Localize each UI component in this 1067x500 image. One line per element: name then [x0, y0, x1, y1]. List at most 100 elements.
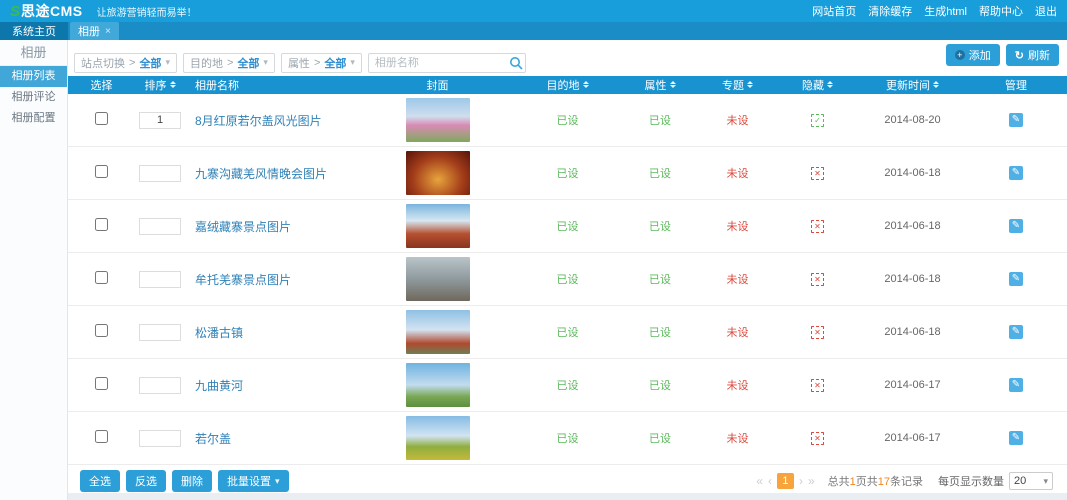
edit-icon[interactable]: ✎ [1009, 325, 1023, 339]
album-name-link[interactable]: 牟托羌寨景点图片 [195, 273, 291, 287]
bulk-set-button[interactable]: 批量设置 ▾ [218, 470, 289, 492]
filter-destination[interactable]: 目的地 > 全部 ▾ [183, 53, 275, 73]
topbar: S 思途CMS 让旅游营销轻而易举！ 网站首页 清除缓存 生成html 帮助中心… [0, 0, 1067, 22]
header-attribute[interactable]: 属性 [620, 77, 700, 93]
header-sort[interactable]: 排序 [135, 77, 185, 93]
album-cover-image [406, 363, 470, 407]
album-name-link[interactable]: 嘉绒藏寨景点图片 [195, 220, 291, 234]
nav-site-home[interactable]: 网站首页 [812, 3, 856, 19]
per-page-select[interactable]: 20 ▾ [1009, 472, 1053, 490]
sort-order-input[interactable] [139, 324, 181, 341]
footer: 全选 反选 删除 批量设置 ▾ « ‹ 1 › » 总共1页共17条记录 每页显… [68, 469, 1067, 493]
nav-help-center[interactable]: 帮助中心 [979, 3, 1023, 19]
header-updated[interactable]: 更新时间 [860, 77, 965, 93]
refresh-button[interactable]: ↻ 刷新 [1006, 44, 1059, 66]
nav-logout[interactable]: 退出 [1035, 3, 1057, 19]
hidden-toggle-icon[interactable]: ✕ [811, 326, 824, 339]
filter-attribute[interactable]: 属性 > 全部 ▾ [281, 53, 362, 73]
row-checkbox[interactable] [95, 271, 108, 284]
current-page-button[interactable]: 1 [777, 473, 794, 489]
updated-date: 2014-08-20 [860, 114, 965, 126]
album-name-search-input[interactable] [368, 53, 526, 73]
delete-button[interactable]: 删除 [172, 470, 212, 492]
destination-status: 已设 [515, 324, 620, 340]
row-checkbox[interactable] [95, 165, 108, 178]
chevron-down-icon: ▾ [1043, 476, 1048, 487]
tab-album[interactable]: 相册 × [70, 22, 119, 40]
sort-order-input[interactable] [139, 165, 181, 182]
hidden-toggle-icon[interactable]: ✓ [811, 114, 824, 127]
sort-order-input[interactable] [139, 271, 181, 288]
sort-order-input[interactable] [139, 430, 181, 447]
edit-icon[interactable]: ✎ [1009, 272, 1023, 286]
sidebar: 相册 相册列表 相册评论 相册配置 [0, 40, 68, 500]
header-name: 相册名称 [185, 77, 360, 93]
destination-status: 已设 [515, 271, 620, 287]
filter-site-switch[interactable]: 站点切换 > 全部 ▾ [74, 53, 177, 73]
refresh-button-label: 刷新 [1028, 47, 1050, 63]
hidden-toggle-icon[interactable]: ✕ [811, 167, 824, 180]
album-name-link[interactable]: 九曲黄河 [195, 379, 243, 393]
header-manage: 管理 [965, 77, 1067, 93]
header-hidden[interactable]: 隐藏 [775, 77, 860, 93]
edit-icon[interactable]: ✎ [1009, 219, 1023, 233]
table-row: 九寨沟藏羌风情晚会图片 已设 已设 未设 ✕ 2014-06-18 ✎ [68, 147, 1067, 200]
row-checkbox[interactable] [95, 430, 108, 443]
topic-status: 未设 [700, 377, 775, 393]
album-name-link[interactable]: 8月红原若尔盖风光图片 [195, 114, 322, 128]
hidden-toggle-icon[interactable]: ✕ [811, 220, 824, 233]
pagination-summary: 总共1页共17条记录 [828, 473, 923, 489]
row-checkbox[interactable] [95, 377, 108, 390]
first-page-icon[interactable]: « [756, 474, 763, 488]
row-checkbox[interactable] [95, 218, 108, 231]
album-name-link[interactable]: 若尔盖 [195, 432, 231, 446]
refresh-icon: ↻ [1015, 49, 1024, 62]
table-row: 若尔盖 已设 已设 未设 ✕ 2014-06-17 ✎ [68, 412, 1067, 465]
chevron-down-icon: ▾ [263, 57, 268, 68]
hidden-toggle-icon[interactable]: ✕ [811, 273, 824, 286]
header-cover: 封面 [360, 77, 515, 93]
destination-status: 已设 [515, 218, 620, 234]
edit-icon[interactable]: ✎ [1009, 113, 1023, 127]
add-button-label: 添加 [969, 47, 991, 63]
sort-order-input[interactable] [139, 218, 181, 235]
filter-separator: > [227, 57, 233, 69]
logo-icon: S [10, 3, 20, 20]
sort-icon [933, 81, 939, 88]
select-all-button[interactable]: 全选 [80, 470, 120, 492]
hidden-toggle-icon[interactable]: ✕ [811, 432, 824, 445]
add-button[interactable]: + 添加 [946, 44, 1000, 66]
updated-date: 2014-06-18 [860, 167, 965, 179]
sidebar-item-album-comments[interactable]: 相册评论 [0, 87, 67, 108]
header-topic[interactable]: 专题 [700, 77, 775, 93]
last-page-icon[interactable]: » [808, 474, 815, 488]
destination-status: 已设 [515, 430, 620, 446]
app-logo: 思途CMS [21, 1, 83, 21]
tab-close-icon[interactable]: × [105, 26, 111, 37]
tab-system-home[interactable]: 系统主页 [0, 22, 68, 40]
row-checkbox[interactable] [95, 324, 108, 337]
prev-page-icon[interactable]: ‹ [768, 474, 772, 488]
search-icon[interactable] [509, 56, 523, 70]
row-checkbox[interactable] [95, 112, 108, 125]
album-name-link[interactable]: 松潘古镇 [195, 326, 243, 340]
nav-generate-html[interactable]: 生成html [924, 3, 967, 19]
updated-date: 2014-06-17 [860, 379, 965, 391]
invert-selection-button[interactable]: 反选 [126, 470, 166, 492]
sidebar-item-album-list[interactable]: 相册列表 [0, 66, 67, 87]
header-destination[interactable]: 目的地 [515, 77, 620, 93]
hidden-toggle-icon[interactable]: ✕ [811, 379, 824, 392]
sort-order-input[interactable] [139, 377, 181, 394]
nav-clear-cache[interactable]: 清除缓存 [868, 3, 912, 19]
sidebar-item-album-config[interactable]: 相册配置 [0, 108, 67, 129]
edit-icon[interactable]: ✎ [1009, 431, 1023, 445]
next-page-icon[interactable]: › [799, 474, 803, 488]
edit-icon[interactable]: ✎ [1009, 166, 1023, 180]
updated-date: 2014-06-18 [860, 220, 965, 232]
tab-bar: 系统主页 相册 × [0, 22, 1067, 40]
edit-icon[interactable]: ✎ [1009, 378, 1023, 392]
sort-order-input[interactable] [139, 112, 181, 129]
updated-date: 2014-06-17 [860, 432, 965, 444]
album-cover-image [406, 151, 470, 195]
album-name-link[interactable]: 九寨沟藏羌风情晚会图片 [195, 167, 327, 181]
